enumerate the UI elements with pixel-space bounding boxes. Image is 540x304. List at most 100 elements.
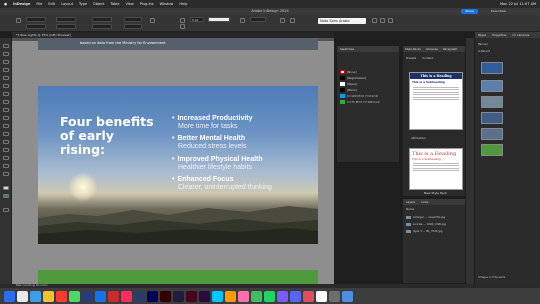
rotate-field[interactable]: [124, 17, 142, 22]
swatch-row[interactable]: C=75 M=5 Y=100 K=0: [340, 100, 398, 104]
swatch-row[interactable]: [None]: [340, 70, 398, 74]
reference-point-icon[interactable]: [16, 18, 21, 23]
gap-tool-icon[interactable]: [3, 68, 9, 72]
tab-cc-libraries[interactable]: CC Libraries: [512, 32, 529, 38]
dock-app-icon[interactable]: [121, 290, 132, 302]
page-thumbnail[interactable]: [481, 144, 503, 156]
slide-page[interactable]: Four benefits of early rising: Increased…: [38, 86, 318, 244]
dock-app-icon[interactable]: [238, 290, 249, 302]
dock-app-icon[interactable]: [108, 290, 119, 302]
eyedropper-tool-icon[interactable]: [3, 156, 9, 160]
style-preview-navy[interactable]: This is a Heading This is a Subheading: [409, 72, 463, 130]
tab-paragraph[interactable]: Paragraph: [443, 46, 457, 52]
workspace-switcher[interactable]: Essentials: [491, 8, 506, 15]
align-center-icon[interactable]: [380, 18, 385, 23]
font-family-field[interactable]: Noto Sans Arabic: [318, 18, 366, 24]
stroke-icon[interactable]: [3, 194, 9, 198]
dock-app-icon[interactable]: [316, 290, 327, 302]
dock-app-icon[interactable]: [43, 290, 54, 302]
dock-app-icon[interactable]: [199, 290, 210, 302]
page-thumbnail[interactable]: [481, 80, 503, 92]
layer-row[interactable]: layer 1 — B1_3745.jpg: [405, 229, 465, 234]
stroke-swatch-icon[interactable]: [180, 24, 185, 29]
swatch-row[interactable]: C=100 M=0 Y=0 K=0: [340, 94, 398, 98]
stroke-weight-field[interactable]: 0 pt: [190, 17, 204, 22]
rectangle-frame-tool-icon[interactable]: [3, 108, 9, 112]
tab-libraries[interactable]: Libraries: [426, 46, 438, 52]
type-tool-icon[interactable]: [3, 76, 9, 80]
dock-app-icon[interactable]: [329, 290, 340, 302]
menu-app-name[interactable]: InDesign: [13, 2, 30, 6]
shear-field[interactable]: [124, 24, 142, 29]
y-field[interactable]: [26, 24, 46, 29]
dock-app-icon[interactable]: [290, 290, 301, 302]
tab-properties[interactable]: Properties: [492, 32, 506, 38]
dock-app-icon[interactable]: [134, 290, 145, 302]
opacity-field[interactable]: [250, 17, 266, 22]
dock-app-icon[interactable]: [69, 290, 80, 302]
dock-app-icon[interactable]: [4, 290, 15, 302]
dock-app-icon[interactable]: [186, 290, 197, 302]
tab-layers[interactable]: Layers: [406, 199, 415, 205]
note-tool-icon[interactable]: [3, 148, 9, 152]
dock-app-icon[interactable]: [225, 290, 236, 302]
scissors-tool-icon[interactable]: [3, 124, 9, 128]
swatch-row[interactable]: [Registration]: [340, 76, 398, 80]
free-transform-tool-icon[interactable]: [3, 132, 9, 136]
swatches-panel-title[interactable]: Swatches: [337, 46, 399, 52]
menu-file[interactable]: File: [36, 2, 42, 6]
menu-table[interactable]: Table: [110, 2, 119, 6]
tab-style-packs[interactable]: Style Packs: [405, 46, 421, 52]
menu-view[interactable]: View: [125, 2, 133, 6]
dock-app-icon[interactable]: [277, 290, 288, 302]
fill-icon[interactable]: [3, 186, 9, 190]
dock-app-icon[interactable]: [17, 290, 28, 302]
tab-pages[interactable]: Pages: [478, 32, 486, 38]
align-right-icon[interactable]: [388, 18, 393, 23]
page-thumbnail[interactable]: [481, 96, 503, 108]
menu-help[interactable]: Help: [179, 2, 187, 6]
scale-x-field[interactable]: [92, 17, 112, 22]
align-left-icon[interactable]: [372, 18, 377, 23]
flip-icon[interactable]: [150, 18, 155, 23]
hand-tool-icon[interactable]: [3, 164, 9, 168]
dock-app-icon[interactable]: [30, 290, 41, 302]
direct-selection-tool-icon[interactable]: [3, 52, 9, 56]
page-thumbnail[interactable]: [481, 112, 503, 124]
style-preview-red[interactable]: This is a Heading This is a Subheading: [409, 148, 463, 190]
zoom-tool-icon[interactable]: [3, 172, 9, 176]
fill-swatch-icon[interactable]: [180, 18, 185, 23]
pen-tool-icon[interactable]: [3, 92, 9, 96]
page-tool-icon[interactable]: [3, 60, 9, 64]
new-style-pack-button[interactable]: New Style Pack: [404, 190, 464, 196]
share-button[interactable]: Share: [461, 9, 478, 14]
swatch-row[interactable]: [Black]: [340, 88, 398, 92]
page-1-partial[interactable]: based on data from the Ministry for Envi…: [38, 38, 318, 50]
pages-parent-label[interactable]: A-Parent: [478, 49, 490, 53]
dock-app-icon[interactable]: [95, 290, 106, 302]
tab-content[interactable]: Content: [422, 56, 433, 60]
menu-type[interactable]: Type: [79, 2, 87, 6]
stroke-type-select[interactable]: [208, 17, 230, 22]
dock-app-icon[interactable]: [82, 290, 93, 302]
dock-app-icon[interactable]: [264, 290, 275, 302]
rectangle-tool-icon[interactable]: [3, 116, 9, 120]
dock-app-icon[interactable]: [56, 290, 67, 302]
apple-icon[interactable]: ●: [4, 2, 7, 6]
page-3-partial[interactable]: [38, 270, 318, 284]
pages-none-label[interactable]: [None]: [478, 42, 487, 46]
menu-window[interactable]: Window: [160, 2, 174, 6]
scale-y-field[interactable]: [92, 24, 112, 29]
dock-app-icon[interactable]: [342, 290, 353, 302]
dock-app-icon[interactable]: [173, 290, 184, 302]
layer-row[interactable]: enlarger — visual file.jpg: [405, 215, 465, 220]
dock-app-icon[interactable]: [251, 290, 262, 302]
x-field[interactable]: [26, 17, 46, 22]
dock-app-icon[interactable]: [160, 290, 171, 302]
page-thumbnail[interactable]: [481, 62, 503, 74]
pencil-tool-icon[interactable]: [3, 100, 9, 104]
dock-app-icon[interactable]: [212, 290, 223, 302]
opacity-icon[interactable]: [240, 18, 245, 23]
menu-plugins[interactable]: Plug-ins: [140, 2, 154, 6]
height-field[interactable]: [56, 24, 76, 29]
